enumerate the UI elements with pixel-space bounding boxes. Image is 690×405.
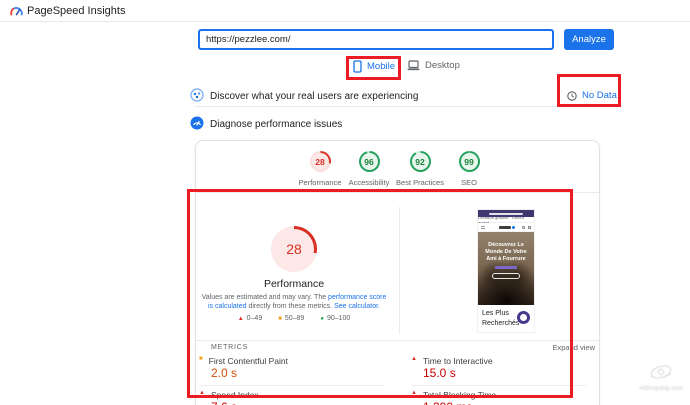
score-value: 99 — [460, 153, 478, 170]
score-ring-best-practices: 92 — [409, 151, 431, 172]
metric-row-divider — [411, 385, 587, 386]
legend-fail: ▲ 0–49 — [238, 315, 263, 322]
watermark-swirl-icon — [650, 365, 672, 379]
field-data-status[interactable]: No Data — [567, 90, 617, 101]
metric-total-blocking-time: ▲ Total Blocking Time — [411, 390, 496, 400]
tab-desktop[interactable]: Desktop — [407, 60, 460, 71]
metric-first-contentful-paint: ■ First Contentful Paint — [199, 356, 288, 366]
fail-triangle-icon: ▲ — [237, 316, 244, 322]
thumb-category-ring — [517, 311, 530, 324]
url-input[interactable] — [198, 29, 554, 50]
vertical-divider — [399, 207, 400, 334]
mobile-phone-icon — [353, 60, 362, 73]
thumb-hero: Découvrez Le Monde De Votre Ami à Fourru… — [478, 232, 534, 305]
fail-triangle-icon: ▲ — [199, 390, 205, 396]
score-legend: ▲ 0–49 ■ 50–89 ● 90–100 — [204, 315, 384, 322]
real-users-icon — [190, 88, 204, 102]
metric-value-fcp: 2.0 s — [211, 366, 238, 380]
diagnose-section-title: Diagnose performance issues — [210, 119, 343, 130]
score-value: 28 — [311, 153, 329, 170]
legend-average-range: 50–89 — [284, 315, 305, 322]
no-data-label: No Data — [582, 90, 617, 101]
score-seo[interactable]: 99 SEO — [439, 151, 499, 187]
performance-gauge-title: Performance — [263, 278, 325, 290]
score-ring-accessibility: 96 — [358, 151, 380, 172]
score-label: SEO — [461, 178, 477, 187]
disclaimer-text: Values are estimated and may vary. The — [201, 294, 329, 301]
menu-icon — [481, 226, 485, 229]
performance-gauge: 28 — [271, 226, 317, 272]
metrics-divider — [196, 340, 599, 341]
watermark-text: AliDropship.com — [639, 386, 683, 392]
legend-fail-range: 0–49 — [246, 315, 263, 322]
legend-average: ■ 50–89 — [278, 315, 304, 322]
metric-row-divider — [199, 385, 385, 386]
average-square-icon: ■ — [278, 316, 282, 322]
score-ring-performance: 28 — [309, 151, 331, 172]
score-ring-seo: 99 — [458, 151, 480, 172]
metric-label: First Contentful Paint — [208, 356, 288, 366]
app-title: PageSpeed Insights — [27, 5, 126, 17]
clock-icon — [567, 90, 577, 101]
search-icon — [522, 226, 525, 229]
tab-desktop-label: Desktop — [425, 60, 460, 71]
pagespeed-insights-page: PageSpeed Insights Analyze Mobile Deskto… — [0, 0, 690, 405]
thumb-hero-tag — [495, 266, 517, 269]
metric-label: Time to Interactive — [422, 356, 493, 366]
pagespeed-logo-icon — [10, 7, 23, 16]
metric-time-to-interactive: ▲ Time to Interactive — [411, 356, 493, 366]
metric-label: Total Blocking Time — [422, 390, 497, 400]
see-calculator-link[interactable]: See calculator. — [334, 303, 380, 310]
metric-value-tbt: 1,390 ms — [423, 400, 472, 405]
site-logo — [499, 226, 511, 229]
thumb-section: Les Plus Recherchés — [478, 305, 534, 332]
site-screenshot-thumbnail[interactable]: Livraison gratuite · Retour gratuit Déco… — [478, 210, 534, 332]
thumb-navbar — [478, 223, 534, 232]
discover-section-title: Discover what your real users are experi… — [210, 91, 419, 102]
analyze-button[interactable]: Analyze — [564, 29, 614, 50]
desktop-icon — [407, 60, 420, 71]
score-value: 92 — [411, 153, 429, 170]
thumb-hero-button — [492, 273, 520, 279]
metric-value-si: 7.6 s — [211, 400, 237, 405]
thumb-section-title: Les Plus Recherchés — [482, 310, 520, 327]
performance-gauge-value: 28 — [274, 229, 314, 269]
gauge-disclaimer: Values are estimated and may vary. The p… — [201, 293, 387, 311]
legend-pass: ● 90–100 — [320, 315, 350, 322]
diagnose-gauge-icon — [190, 116, 204, 130]
metric-speed-index: ▲ Speed Index — [199, 390, 259, 400]
metric-label: Speed Index — [210, 390, 259, 400]
tab-mobile-label: Mobile — [367, 61, 395, 72]
metric-value-tti: 15.0 s — [423, 366, 456, 380]
metrics-heading: METRICS — [211, 344, 249, 351]
tab-mobile[interactable]: Mobile — [353, 60, 395, 73]
fail-triangle-icon: ▲ — [411, 390, 417, 396]
site-logo-accent — [512, 226, 515, 229]
score-value: 96 — [360, 153, 378, 170]
disclaimer-text: directly from these metrics. — [246, 303, 335, 310]
average-square-icon: ■ — [199, 356, 203, 362]
thumb-hero-title: Découvrez Le Monde De Votre Ami à Fourru… — [485, 242, 527, 262]
watermark: AliDropship.com — [634, 364, 688, 392]
legend-pass-range: 90–100 — [326, 315, 351, 322]
cart-icon — [528, 226, 531, 229]
pass-circle-icon: ● — [320, 316, 324, 322]
section-divider — [195, 106, 613, 107]
fail-triangle-icon: ▲ — [411, 356, 417, 362]
expand-view-link[interactable]: Expand view — [545, 343, 595, 352]
card-divider — [196, 192, 599, 193]
